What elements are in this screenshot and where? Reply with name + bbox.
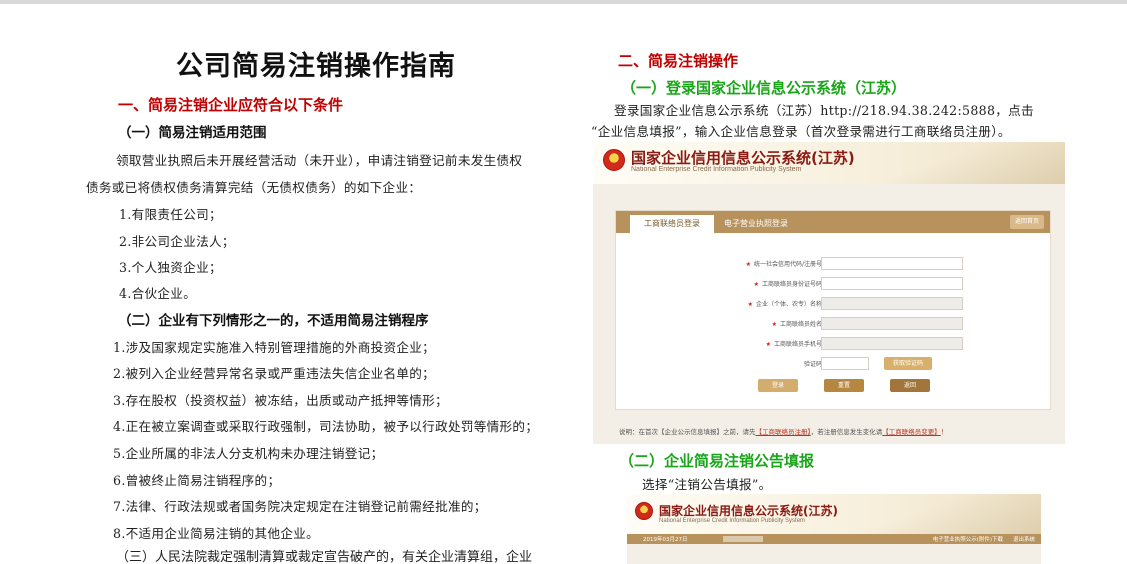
form-row-captcha: 验证码 获取验证码 <box>616 357 1050 371</box>
download-link[interactable]: 电子营业执照公示(附件)下载 <box>933 535 1003 543</box>
form-row-liaison-phone: ★ 工商联络员手机号 <box>616 337 1050 351</box>
step-1-line-1: 登录国家企业信息公示系统（江苏）http://218.94.38.242:588… <box>614 103 1034 118</box>
field-label: ★ 工商联络员手机号 <box>766 339 822 348</box>
required-mark: ★ <box>771 321 777 328</box>
liaison-change-link[interactable]: 【工商联络员变更】 <box>882 428 941 436</box>
list-item: 3.存在股权（投资权益）被冻结，出质或动产抵押等情形； <box>113 393 448 408</box>
site-title: 国家企业信用信息公示系统(江苏) <box>631 149 855 167</box>
form-row-liaison-name: ★ 工商联络员姓名 <box>616 317 1050 331</box>
login-button[interactable]: 登录 <box>758 379 798 392</box>
login-tab-bar: 工商联络员登录 电子营业执照登录 返回首页 <box>616 211 1050 233</box>
step-1-line-2: “企业信息填报”，输入企业信息登录（首次登录需进行工商联络员注册）。 <box>591 124 1011 139</box>
get-code-button[interactable]: 获取验证码 <box>884 357 932 370</box>
national-emblem-icon <box>603 149 625 171</box>
list-item: 8.不适用企业简易注销的其他企业。 <box>113 526 320 541</box>
field-label-text: 工商联络员姓名 <box>779 321 822 328</box>
subsection-3-heading: （三）人民法院裁定强制清算或裁定宣告破产的，有关企业清算组，企业 <box>116 550 533 564</box>
banner-decoration <box>865 142 1065 184</box>
step-2-line-1: 选择“注销公告填报”。 <box>642 477 772 492</box>
field-label: ★ 统一社会信用代码/注册号 <box>746 259 822 268</box>
site-banner: 国家企业信用信息公示系统(江苏) National Enterprise Cre… <box>593 142 1065 184</box>
required-mark: ★ <box>745 261 751 268</box>
credit-code-input[interactable] <box>821 257 963 270</box>
form-row-id-number: ★ 工商联络员身份证号码 <box>616 277 1050 291</box>
list-item: 7.法律、行政法规或者国务院决定规定在注销登记前需经批准的； <box>113 499 487 514</box>
tab-liaison-login[interactable]: 工商联络员登录 <box>630 215 714 233</box>
list-item: 2.被列入企业经营异常名录或严重违法失信企业名单的； <box>113 366 436 381</box>
list-item: 1.涉及国家规定实施准入特别管理措施的外商投资企业； <box>113 340 436 355</box>
liaison-name-input[interactable] <box>821 317 963 330</box>
step-2-heading: （二）企业简易注销公告填报 <box>619 452 815 470</box>
list-item: 6.曾被终止简易注销程序的； <box>113 473 281 488</box>
login-note: 说明：在首次【企业公示信息填报】之前，请先【工商联络员注册】，若注册信息发生变化… <box>619 426 947 436</box>
paragraph-1-line-1: 领取营业执照后未开展经营活动（未开业），申请注销登记前未发生债权 <box>116 153 523 168</box>
national-emblem-icon <box>635 502 653 520</box>
paragraph-1-line-2: 债务或已将债权债务清算完结（无债权债务）的如下企业： <box>86 180 422 195</box>
form-row-company-name: ★ 企业（个体、农专）名称 <box>616 297 1050 311</box>
section-1-heading: 一、简易注销企业应符合以下条件 <box>118 96 344 114</box>
field-label-text: 工商联络员手机号 <box>773 341 822 348</box>
site-subtitle: National Enterprise Credit Information P… <box>631 166 802 173</box>
exit-link[interactable]: 退出系统 <box>1013 535 1035 543</box>
field-label: ★ 企业（个体、农专）名称 <box>748 299 822 308</box>
site-subtitle: National Enterprise Credit Information P… <box>659 518 806 524</box>
redacted-company <box>723 536 763 542</box>
required-mark: ★ <box>747 301 753 308</box>
note-text: ！ <box>940 428 948 436</box>
note-text: ，若注册信息发生变化请 <box>810 428 883 436</box>
form-actions: 登录 重置 返回 <box>616 379 1050 393</box>
form-row-credit-code: ★ 统一社会信用代码/注册号 <box>616 257 1050 271</box>
status-bar: 2019年03月27日 电子营业执照公示(附件)下载 退出系统 <box>627 534 1041 544</box>
step-1-heading: （一）登录国家企业信息公示系统（江苏） <box>621 79 907 97</box>
liaison-phone-input[interactable] <box>821 337 963 350</box>
list-item: 2.非公司企业法人； <box>119 234 235 249</box>
required-mark: ★ <box>765 341 771 348</box>
required-mark: ★ <box>753 281 759 288</box>
field-label: ★ 工商联络员身份证号码 <box>754 279 822 288</box>
back-home-button[interactable]: 返回首页 <box>1010 215 1044 229</box>
date-text: 2019年03月27日 <box>643 537 688 543</box>
reset-button[interactable]: 重置 <box>824 379 864 392</box>
field-label-text: 工商联络员身份证号码 <box>761 281 822 288</box>
banner-decoration <box>841 494 1041 536</box>
list-item: 1.有限责任公司； <box>119 207 222 222</box>
login-page-screenshot: 国家企业信用信息公示系统(江苏) National Enterprise Cre… <box>593 142 1065 444</box>
id-number-input[interactable] <box>821 277 963 290</box>
list-item: 5.企业所属的非法人分支机构未办理注销登记； <box>113 446 384 461</box>
list-item: 4.合伙企业。 <box>119 286 197 301</box>
liaison-register-link[interactable]: 【工商联络员注册】 <box>756 428 811 436</box>
field-label-text: 企业（个体、农专）名称 <box>755 301 822 308</box>
notice-page-screenshot: 国家企业信用信息公示系统(江苏) National Enterprise Cre… <box>627 494 1041 564</box>
login-panel: 工商联络员登录 电子营业执照登录 返回首页 ★ 统一社会信用代码/注册号 ★ 工商联… <box>615 210 1051 410</box>
subsection-1-heading: （一）简易注销适用范围 <box>118 125 267 141</box>
subsection-2-heading: （二）企业有下列情形之一的，不适用简易注销程序 <box>118 313 429 329</box>
list-item: 3.个人独资企业； <box>119 260 222 275</box>
note-text: 说明：在首次【企业公示信息填报】之前，请先 <box>619 428 756 436</box>
section-2-heading: 二、简易注销操作 <box>618 52 739 70</box>
site-banner: 国家企业信用信息公示系统(江苏) National Enterprise Cre… <box>627 494 1041 536</box>
tab-e-license-login[interactable]: 电子营业执照登录 <box>724 215 788 233</box>
page-title: 公司简易注销操作指南 <box>176 51 456 82</box>
captcha-label: 验证码 <box>803 361 822 368</box>
list-item: 4.正在被立案调查或采取行政强制，司法协助，被予以行政处罚等情形的； <box>113 419 539 434</box>
return-button[interactable]: 返回 <box>890 379 930 392</box>
site-title: 国家企业信用信息公示系统(江苏) <box>659 504 838 518</box>
right-column: 二、简易注销操作 （一）登录国家企业信息公示系统（江苏） 登录国家企业信息公示系… <box>585 4 1127 564</box>
field-label: ★ 工商联络员姓名 <box>772 319 822 328</box>
left-column: 公司简易注销操作指南 一、简易注销企业应符合以下条件 （一）简易注销适用范围 领… <box>0 4 585 564</box>
company-name-input[interactable] <box>821 297 963 310</box>
captcha-input[interactable] <box>821 357 869 370</box>
field-label-text: 统一社会信用代码/注册号 <box>753 261 822 268</box>
